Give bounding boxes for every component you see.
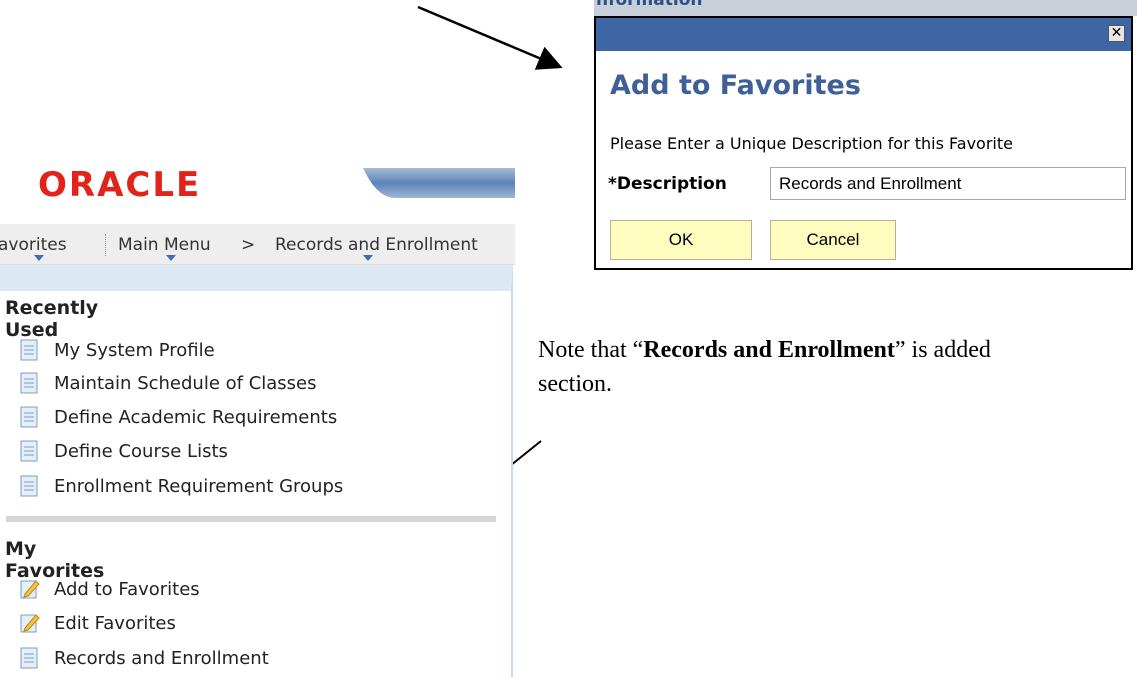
edit-pencil-icon [20,614,40,633]
note-prefix: Note that “ [538,337,644,363]
recent-item-enrollment-requirement-groups[interactable]: Enrollment Requirement Groups [20,472,343,500]
nav-favorites[interactable]: avorites [0,235,67,261]
recent-item-my-system-profile[interactable]: My System Profile [20,336,215,364]
favorite-item-label: Add to Favorites [54,578,200,600]
nav-favorites-caret-icon [34,255,44,261]
recent-item-label: Define Course Lists [54,440,228,462]
document-icon [20,440,38,462]
favorite-item-edit-favorites[interactable]: Edit Favorites [20,609,176,637]
nav-favorites-label: avorites [0,235,67,255]
recent-item-define-academic-requirements[interactable]: Define Academic Requirements [20,403,337,431]
recent-item-label: Define Academic Requirements [54,406,338,428]
recent-item-maintain-schedule[interactable]: Maintain Schedule of Classes [20,369,317,397]
document-icon [20,372,38,394]
background-page-text: nformation [596,0,703,10]
recent-item-define-course-lists[interactable]: Define Course Lists [20,437,228,465]
nav-records-caret-icon [363,255,373,261]
recent-item-label: My System Profile [54,339,215,361]
nav-records-label: Records and Enrollment [275,235,478,255]
document-icon [20,339,38,361]
ok-button[interactable]: OK [610,220,752,260]
add-to-favorites-dialog: ✕ Add to Favorites Please Enter a Unique… [594,16,1133,270]
breadcrumb-separator: > [241,235,256,255]
edit-pencil-icon [20,580,40,599]
recent-item-label: Maintain Schedule of Classes [54,372,317,394]
header-band [363,168,515,198]
document-icon [20,647,38,669]
note-bold: Records and Enrollment [643,337,895,363]
oracle-logo: ORACLE [38,166,201,202]
breadcrumb-bar: avorites Main Menu > Records and Enrollm… [0,224,515,265]
nav-records-enrollment[interactable]: Records and Enrollment [275,235,478,261]
favorite-item-label: Edit Favorites [54,612,176,634]
nav-main-menu-caret-icon [166,255,176,261]
background-page-strip: nformation [594,0,1137,16]
document-icon [20,475,38,497]
cancel-button[interactable]: Cancel [770,220,896,260]
nav-divider [105,234,106,256]
oracle-logo-text: ORACLE [38,166,201,202]
recent-item-label: Enrollment Requirement Groups [54,475,344,497]
note-line2: section. [538,371,612,397]
note-paragraph: Note that “Records and Enrollment” is ad… [538,333,1137,401]
note-suffix: ” is added [894,337,991,363]
nav-main-menu-label: Main Menu [118,235,211,255]
favorite-item-label: Records and Enrollment [54,647,269,669]
favorite-item-records-and-enrollment[interactable]: Records and Enrollment [20,644,269,672]
arrow-to-dialog [417,5,563,70]
section-divider [6,516,496,522]
recently-used-title: Recently Used [5,297,99,341]
nav-main-menu[interactable]: Main Menu [118,235,211,261]
dialog-titlebar[interactable]: ✕ [596,18,1131,51]
description-input[interactable] [770,167,1126,200]
favorite-item-add-to-favorites[interactable]: Add to Favorites [20,575,200,603]
document-icon [20,406,38,428]
close-icon[interactable]: ✕ [1108,25,1125,42]
dialog-heading: Add to Favorites [610,70,861,101]
dialog-instruction: Please Enter a Unique Description for th… [610,134,1013,153]
description-label: *Description [608,174,727,194]
